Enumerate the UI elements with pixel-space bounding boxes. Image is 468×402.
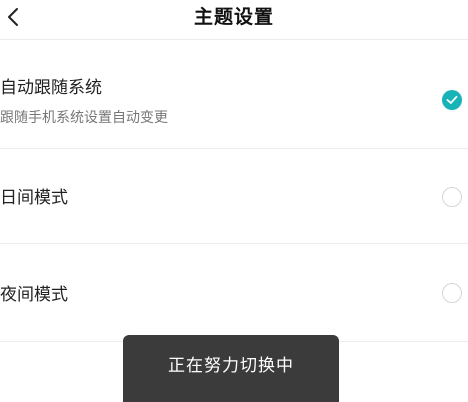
option-day-mode[interactable]: 日间模式 bbox=[0, 148, 468, 244]
toast: 正在努力切换中 bbox=[123, 335, 339, 402]
radio-unchecked[interactable] bbox=[442, 283, 462, 303]
option-auto-follow-system[interactable]: 自动跟随系统 跟随手机系统设置自动变更 bbox=[0, 39, 468, 149]
option-sublabel: 跟随手机系统设置自动变更 bbox=[0, 110, 168, 126]
option-label: 日间模式 bbox=[0, 188, 68, 208]
radio-checked[interactable] bbox=[442, 90, 462, 110]
header: 主题设置 bbox=[0, 0, 468, 38]
radio-unchecked[interactable] bbox=[442, 187, 462, 207]
option-night-mode[interactable]: 夜间模式 bbox=[0, 243, 468, 342]
page-title: 主题设置 bbox=[193, 6, 274, 28]
option-label: 自动跟随系统 bbox=[0, 78, 102, 98]
checkmark-icon bbox=[446, 95, 458, 105]
theme-settings-screen: 主题设置 自动跟随系统 跟随手机系统设置自动变更 日间模式 夜间模式 正在努力切… bbox=[0, 0, 468, 402]
option-label: 夜间模式 bbox=[0, 285, 68, 305]
toast-text: 正在努力切换中 bbox=[168, 355, 294, 376]
